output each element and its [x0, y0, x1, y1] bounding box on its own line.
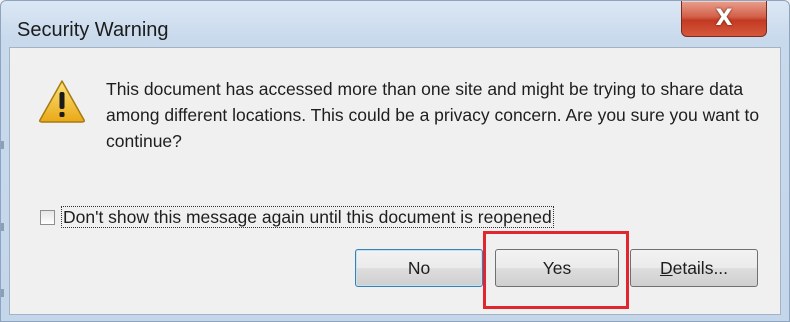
- window-edge-mark: [1, 289, 4, 297]
- no-button[interactable]: No: [355, 249, 483, 287]
- title-bar[interactable]: Security Warning X: [1, 1, 789, 47]
- window-edge-mark: [1, 223, 4, 231]
- warning-message: This document has accessed more than one…: [106, 79, 760, 151]
- dialog-body: This document has accessed more than one…: [9, 47, 781, 315]
- dont-show-again-checkbox[interactable]: [40, 209, 55, 225]
- dont-show-again-label[interactable]: Don't show this message again until this…: [61, 206, 554, 228]
- warning-triangle-icon: [39, 80, 85, 123]
- security-warning-dialog: Security Warning X This document has acc…: [0, 0, 790, 322]
- close-icon: X: [715, 5, 733, 31]
- dont-show-again-row[interactable]: Don't show this message again until this…: [40, 206, 554, 228]
- window-edge-mark: [1, 141, 4, 149]
- close-button[interactable]: X: [681, 1, 767, 37]
- details-button[interactable]: Details...: [630, 249, 758, 287]
- dialog-title: Security Warning: [17, 19, 169, 41]
- yes-button-highlight: [483, 231, 629, 309]
